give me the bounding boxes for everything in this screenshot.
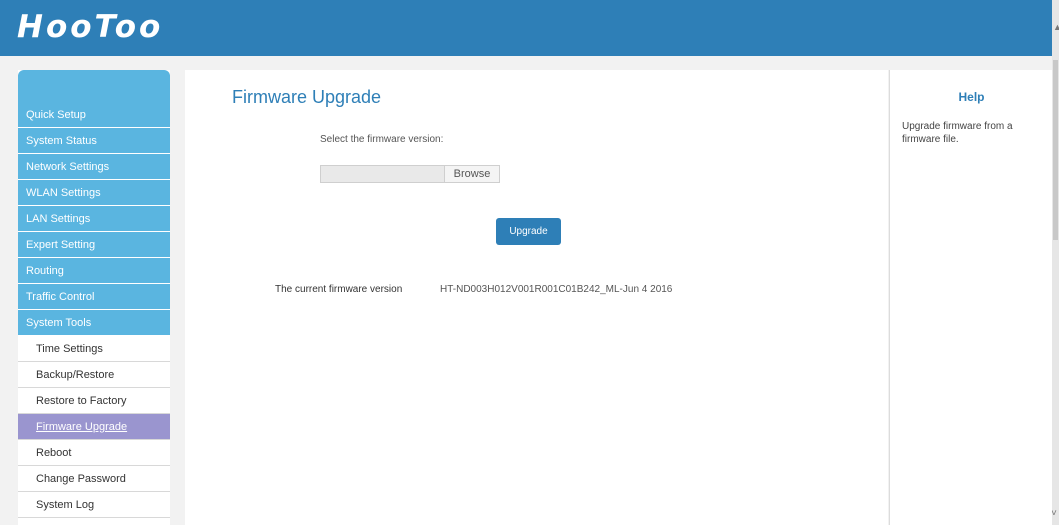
sidebar-item-expert-setting[interactable]: Expert Setting [18,232,170,258]
scroll-up-icon[interactable]: ▲ [1053,22,1059,32]
sidebar-item-network-settings[interactable]: Network Settings [18,154,170,180]
sidebar-subitem-time-settings[interactable]: Time Settings [18,336,170,362]
select-firmware-label: Select the firmware version: [320,134,444,145]
current-firmware-value: HT-ND003H012V001R001C01B242_ML-Jun 4 201… [440,284,673,295]
file-path-input[interactable] [321,166,445,182]
sidebar-item-quick-setup[interactable]: Quick Setup [18,102,170,128]
page-title: Firmware Upgrade [232,87,382,107]
upgrade-button[interactable]: Upgrade [496,218,561,245]
hootoo-logo: HooToo [17,9,164,45]
sidebar-subitem-reboot[interactable]: Reboot [18,440,170,466]
sidebar-item-traffic-control[interactable]: Traffic Control [18,284,170,310]
firmware-file-field[interactable]: Browse [320,165,500,183]
main-panel: Firmware Upgrade Select the firmware ver… [185,70,888,525]
sidebar-subitem-change-password[interactable]: Change Password [18,466,170,492]
sidebar-item-lan-settings[interactable]: LAN Settings [18,206,170,232]
sidebar-item-system-status[interactable]: System Status [18,128,170,154]
help-text: Upgrade firmware from a firmware file. [902,121,1013,145]
sidebar-item-routing[interactable]: Routing [18,258,170,284]
sidebar-subitem-system-log[interactable]: System Log [18,492,170,518]
sidebar: Quick Setup System Status Network Settin… [18,70,170,525]
scrollbar-thumb[interactable] [1053,60,1058,240]
sidebar-item-system-tools[interactable]: System Tools [18,310,170,336]
sidebar-item-wlan-settings[interactable]: WLAN Settings [18,180,170,206]
header-bar: HooToo [0,0,1052,56]
help-panel: Help Upgrade firmware from a firmware fi… [889,70,1052,525]
sidebar-subitem-firmware-upgrade[interactable]: Firmware Upgrade [18,414,170,440]
sidebar-subitem-restore-factory[interactable]: Restore to Factory [18,388,170,414]
help-title: Help [958,90,985,104]
sidebar-header [18,70,170,102]
sidebar-subitem-backup-restore[interactable]: Backup/Restore [18,362,170,388]
browse-button[interactable]: Browse [445,166,499,182]
current-firmware-label: The current firmware version [275,284,403,295]
